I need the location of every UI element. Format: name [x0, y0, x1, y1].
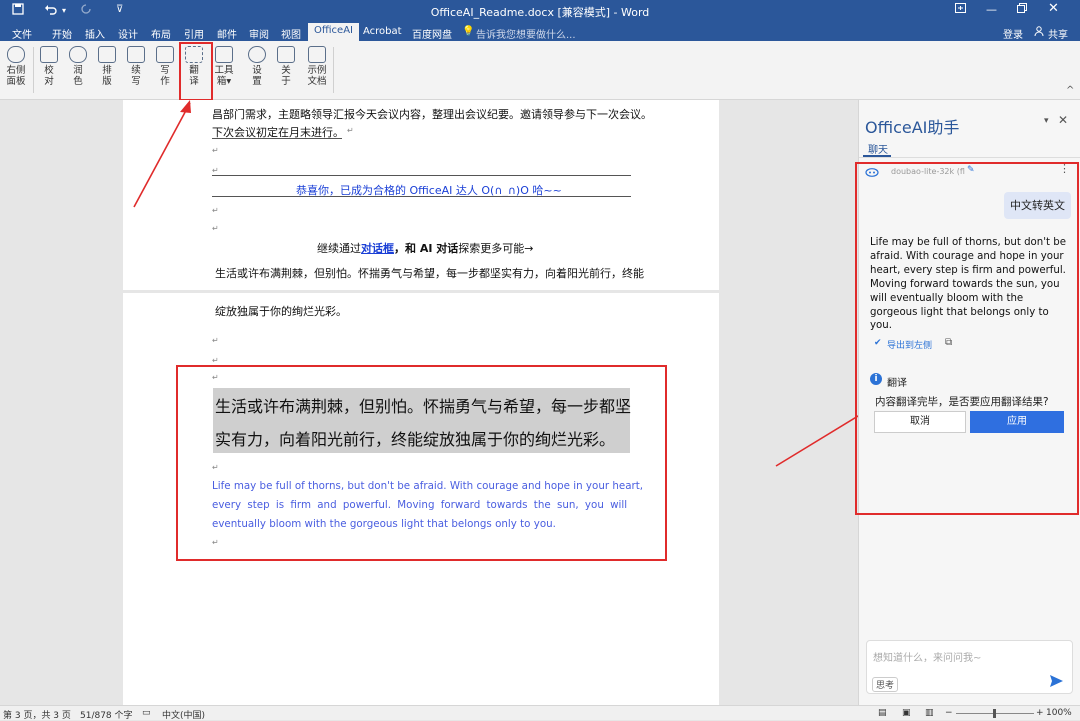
- send-icon[interactable]: [1050, 675, 1063, 690]
- language-indicator[interactable]: 中文(中国): [162, 708, 205, 721]
- zoom-level[interactable]: 100%: [1046, 708, 1072, 718]
- read-mode-icon[interactable]: ▤: [878, 708, 887, 718]
- page-count[interactable]: 第 3 页，共 3 页: [3, 708, 71, 721]
- tab-chat[interactable]: 聊天: [868, 141, 888, 156]
- panel-close-icon[interactable]: ✕: [1058, 113, 1068, 127]
- chat-input-box[interactable]: 想知道什么，来问问我~ 思考: [866, 640, 1073, 694]
- panel-title: OfficeAI助手: [865, 118, 960, 137]
- chat-input-placeholder: 想知道什么，来问问我~: [873, 653, 982, 664]
- zoom-in-icon[interactable]: +: [1036, 708, 1044, 718]
- web-layout-icon[interactable]: ▥: [925, 708, 934, 718]
- print-layout-icon[interactable]: ▣: [902, 708, 911, 718]
- word-count[interactable]: 51/878 个字: [80, 708, 133, 721]
- status-bar: 第 3 页，共 3 页 51/878 个字 ▭ 中文(中国) ▤ ▣ ▥ − +…: [0, 705, 1080, 721]
- panel-dropdown-icon[interactable]: ▾: [1044, 116, 1049, 126]
- think-toggle[interactable]: 思考: [872, 677, 899, 692]
- zoom-slider-thumb[interactable]: [993, 709, 996, 718]
- proofing-icon[interactable]: ▭: [142, 708, 151, 718]
- sidebar-highlight-box: [855, 162, 1079, 515]
- zoom-out-icon[interactable]: −: [945, 708, 953, 718]
